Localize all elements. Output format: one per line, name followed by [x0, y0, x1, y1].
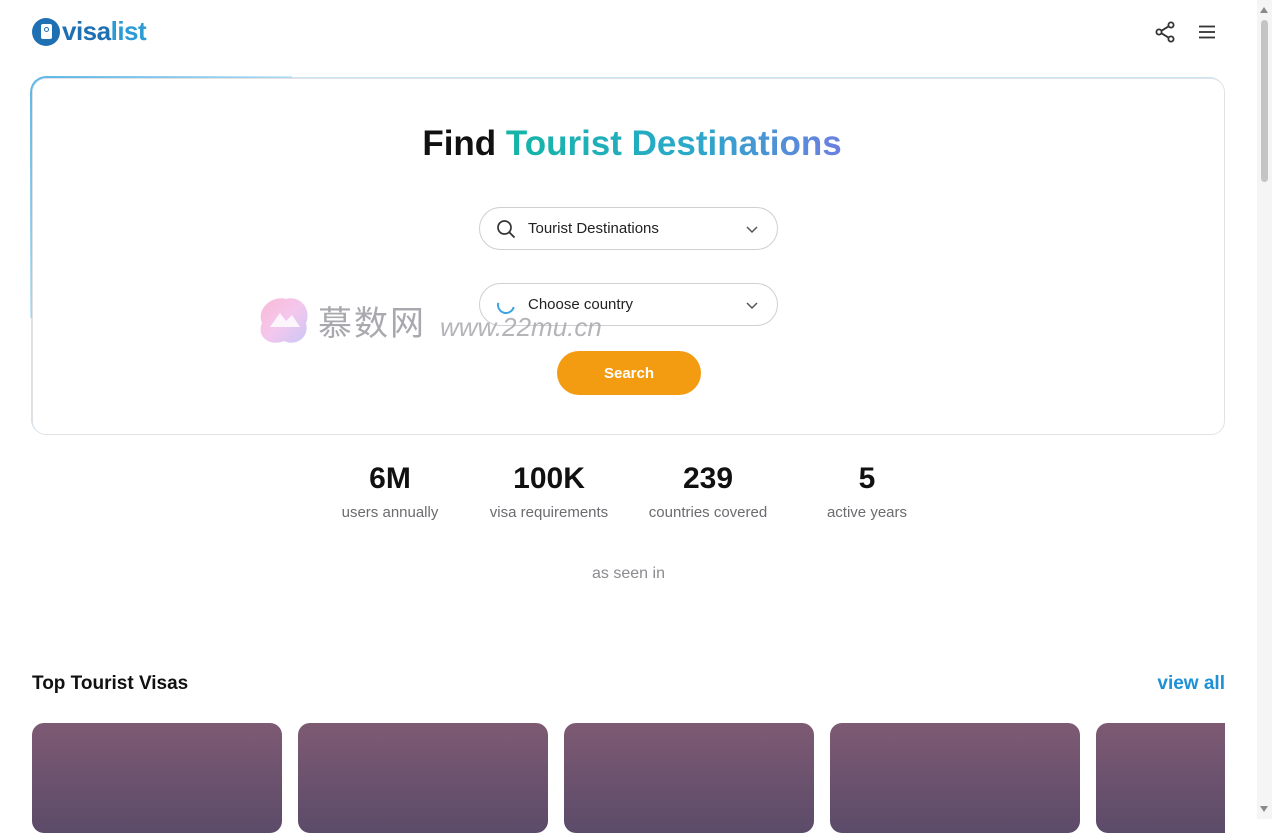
- hero-title-highlight: Tourist Destinations: [505, 124, 842, 163]
- destination-type-select[interactable]: Tourist Destinations: [479, 207, 778, 250]
- share-icon[interactable]: [1154, 21, 1176, 43]
- stat-countries: 239 countries covered: [628, 462, 788, 521]
- view-all-link[interactable]: view all: [1157, 673, 1225, 695]
- visa-card[interactable]: [32, 723, 282, 833]
- logo[interactable]: visalist: [32, 16, 147, 47]
- stat-label: active years: [826, 504, 908, 521]
- scrollbar[interactable]: [1257, 0, 1272, 819]
- stat-value: 100K: [513, 462, 585, 495]
- stat-label: countries covered: [648, 504, 768, 521]
- stat-users: 6M users annually: [310, 462, 470, 521]
- stat-visa-requirements: 100K visa requirements: [469, 462, 629, 521]
- as-seen-in-heading: as seen in: [592, 565, 665, 582]
- watermark-url: www.22mu.cn: [440, 311, 602, 342]
- watermark: 慕数网 www.22mu.cn: [252, 293, 602, 347]
- hero-title: Find Tourist Destinations: [422, 124, 842, 163]
- stat-value: 6M: [369, 462, 411, 495]
- chevron-down-icon: [746, 225, 758, 233]
- stat-value: 239: [682, 462, 734, 495]
- stat-label: users annually: [341, 504, 439, 521]
- stat-value: 5: [858, 462, 876, 495]
- destination-type-value: Tourist Destinations: [528, 220, 659, 237]
- logo-text: visalist: [62, 16, 147, 46]
- chevron-down-icon: [746, 301, 758, 309]
- visa-card[interactable]: [1096, 723, 1225, 833]
- visa-card[interactable]: [298, 723, 548, 833]
- scroll-up-arrow-icon[interactable]: [1260, 7, 1268, 13]
- search-button[interactable]: Search: [557, 351, 701, 395]
- scroll-down-arrow-icon[interactable]: [1260, 806, 1268, 812]
- visa-card[interactable]: [564, 723, 814, 833]
- hamburger-menu-icon[interactable]: [1196, 21, 1218, 43]
- passport-icon: [32, 17, 60, 46]
- watermark-text: 慕数网: [318, 303, 426, 344]
- scrollbar-thumb[interactable]: [1261, 20, 1268, 182]
- stat-label: visa requirements: [489, 504, 609, 521]
- visa-card[interactable]: [830, 723, 1080, 833]
- search-icon: [494, 217, 518, 241]
- watermark-logo-icon: [260, 298, 308, 343]
- stat-active-years: 5 active years: [787, 462, 947, 521]
- section-title: Top Tourist Visas: [32, 673, 189, 694]
